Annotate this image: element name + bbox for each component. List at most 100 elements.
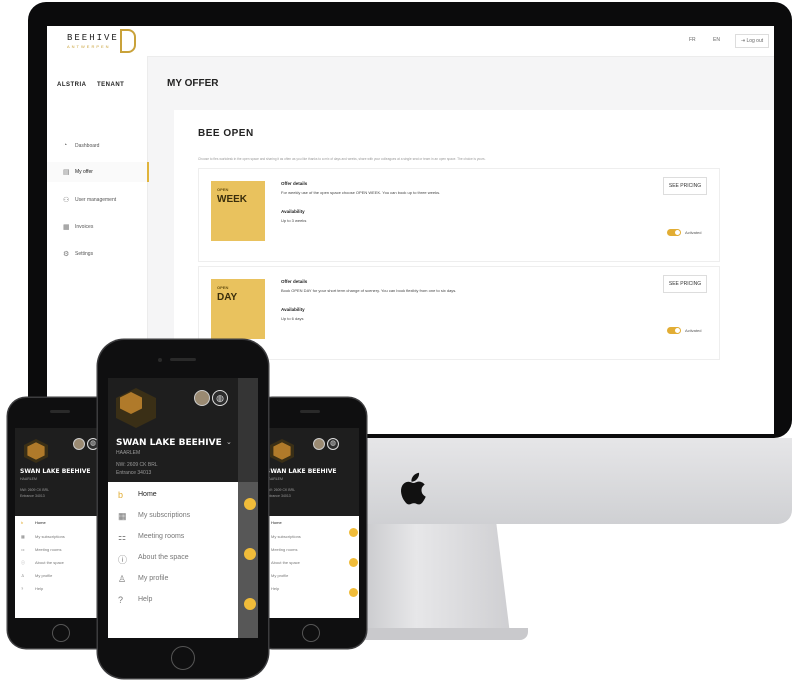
action-dot-button[interactable]	[244, 498, 256, 510]
top-bar: BEEHIVE ANTWERPEN FR EN ⇥ Log out	[47, 26, 774, 57]
action-dot-button[interactable]	[349, 558, 358, 567]
menu-item-profile[interactable]: ♙ My profile	[108, 574, 238, 590]
sidebar-item-settings[interactable]: ⚙ Settings	[47, 244, 147, 264]
home-icon: b	[118, 490, 124, 500]
menu-item-label: About the space	[35, 560, 64, 565]
sidebar-item-user-management[interactable]: ⚇ User management	[47, 190, 147, 210]
action-dot-button[interactable]	[349, 528, 358, 537]
meeting-icon: ⚏	[118, 532, 127, 542]
venue-header: ◍ SWAN LAKE BEEHIVE HAARLEM NW: 2609 CK …	[15, 428, 107, 516]
menu-item-about[interactable]: ⓘ About the space	[15, 560, 107, 570]
menu-item-help[interactable]: ? Help	[15, 586, 107, 596]
venue-name: SWAN LAKE BEEHIVE	[266, 468, 337, 475]
menu-item-label: Help	[35, 586, 44, 591]
phone-center-screen: ◍ SWAN LAKE BEEHIVE HAARLEM NW: 2609 CK …	[108, 378, 258, 638]
subscriptions-icon: ▦	[21, 534, 25, 539]
avatar[interactable]	[194, 390, 210, 406]
sidebar-item-dashboard[interactable]: ◔ Dashboard	[47, 136, 147, 156]
avatar[interactable]	[73, 438, 85, 450]
menu-item-meeting-rooms[interactable]: ⚏ Meeting rooms	[108, 532, 238, 548]
home-button[interactable]	[52, 624, 70, 642]
see-pricing-button[interactable]: SEE PRICING	[663, 275, 707, 293]
menu-item-label: My profile	[138, 575, 169, 582]
section-title: BEE OPEN	[198, 128, 254, 139]
venue-entrance: Entrance 34013	[116, 470, 152, 476]
avatar[interactable]	[313, 438, 325, 450]
menu-item-subscriptions[interactable]: ▦ My subscriptions	[15, 534, 107, 544]
offer-details-text: Book OPEN DAY for your short term change…	[281, 288, 457, 293]
org-name: ALSTRIA	[57, 82, 87, 88]
offer-name: WEEK	[217, 194, 247, 205]
offer-name: DAY	[217, 292, 238, 303]
sidebar-item-label: My offer	[75, 169, 93, 175]
lang-en-link[interactable]: EN	[713, 37, 720, 43]
offer-details-label: Offer details	[281, 181, 308, 186]
menu-item-subscriptions[interactable]: ▦ My subscriptions	[108, 511, 238, 527]
action-dot-button[interactable]	[349, 588, 358, 597]
menu-item-label: Meeting rooms	[35, 547, 62, 552]
home-button[interactable]	[171, 646, 195, 670]
menu-item-label: About the space	[271, 560, 300, 565]
globe-icon[interactable]: ◍	[327, 438, 339, 450]
menu-item-label: My subscriptions	[35, 534, 65, 539]
role-tab[interactable]: TENANT	[97, 82, 124, 88]
menu-item-meeting-rooms[interactable]: Meeting rooms	[261, 547, 359, 557]
menu-item-profile[interactable]: My profile	[261, 573, 359, 583]
logo-text[interactable]: BEEHIVE	[67, 33, 119, 43]
menu-item-meeting-rooms[interactable]: ⚏ Meeting rooms	[15, 547, 107, 557]
availability-text: Up to 6 days	[281, 316, 304, 321]
menu-item-home[interactable]: b Home	[108, 490, 238, 506]
venue-name: SWAN LAKE BEEHIVE	[116, 438, 222, 448]
menu-item-label: Help	[271, 586, 280, 591]
menu-item-home[interactable]: b Home	[15, 520, 107, 530]
activated-toggle[interactable]	[667, 327, 681, 334]
see-pricing-button[interactable]: SEE PRICING	[663, 177, 707, 195]
menu-item-label: About the space	[138, 554, 189, 561]
home-button[interactable]	[302, 624, 320, 642]
offer-item-day: OPEN DAY Offer details Book OPEN DAY for…	[198, 266, 720, 360]
home-icon: b	[21, 520, 24, 525]
profile-icon: ♙	[21, 573, 25, 578]
menu-item-home[interactable]: Home	[261, 520, 359, 530]
menu-item-label: Meeting rooms	[138, 533, 185, 540]
toggle-label: Activated	[685, 328, 702, 333]
offer-item-week: OPEN WEEK Offer details For weekly use o…	[198, 168, 720, 262]
lang-fr-link[interactable]: FR	[689, 37, 696, 43]
venue-logo-icon	[24, 439, 48, 463]
offer-icon: ▤	[63, 169, 70, 176]
offer-thumbnail: OPEN DAY	[211, 279, 265, 339]
menu-item-label: Home	[271, 520, 282, 525]
menu-item-label: Home	[35, 520, 46, 525]
page-title: MY OFFER	[167, 78, 219, 89]
venue-address: NW: 2609 CK BRL	[266, 488, 296, 492]
menu-item-label: Meeting rooms	[271, 547, 298, 552]
menu-item-help[interactable]: ? Help	[108, 595, 238, 611]
sidebar-item-my-offer[interactable]: ▤ My offer	[47, 162, 149, 182]
menu-item-about[interactable]: ⓘ About the space	[108, 553, 238, 569]
menu-item-profile[interactable]: ♙ My profile	[15, 573, 107, 583]
sidebar-item-label: User management	[75, 197, 117, 203]
venue-header: ◍ SWAN LAKE BEEHIVE HAARLEM NW: 2609 CK …	[108, 378, 258, 482]
offer-thumbnail: OPEN WEEK	[211, 181, 265, 241]
globe-icon[interactable]: ◍	[212, 390, 228, 406]
availability-text: Up to 3 weeks	[281, 218, 307, 223]
help-icon: ?	[118, 595, 124, 605]
action-dot-button[interactable]	[244, 548, 256, 560]
venue-entrance: Entrance 34013	[20, 494, 45, 498]
menu-item-help[interactable]: Help	[261, 586, 359, 596]
venue-city: HAARLEM	[266, 477, 283, 481]
phone-right: ◍ SWAN LAKE BEEHIVE HAARLEM NW: 2609 CK …	[254, 398, 366, 648]
menu-item-subscriptions[interactable]: My subscriptions	[261, 534, 359, 544]
venue-city: HAARLEM	[116, 450, 141, 456]
users-icon: ⚇	[63, 197, 70, 204]
chevron-down-icon[interactable]: ⌄	[226, 438, 232, 446]
menu-item-about[interactable]: About the space	[261, 560, 359, 570]
sidebar-item-invoices[interactable]: ▦ Invoices	[47, 217, 147, 237]
action-dot-button[interactable]	[244, 598, 256, 610]
phone-left-screen: ◍ SWAN LAKE BEEHIVE HAARLEM NW: 2609 CK …	[15, 428, 107, 618]
venue-logo-icon	[116, 388, 156, 428]
menu-item-label: Help	[138, 596, 153, 603]
logout-button[interactable]: ⇥ Log out	[735, 34, 769, 48]
venue-address: NW: 2609 CK BRL	[20, 488, 50, 492]
activated-toggle[interactable]	[667, 229, 681, 236]
